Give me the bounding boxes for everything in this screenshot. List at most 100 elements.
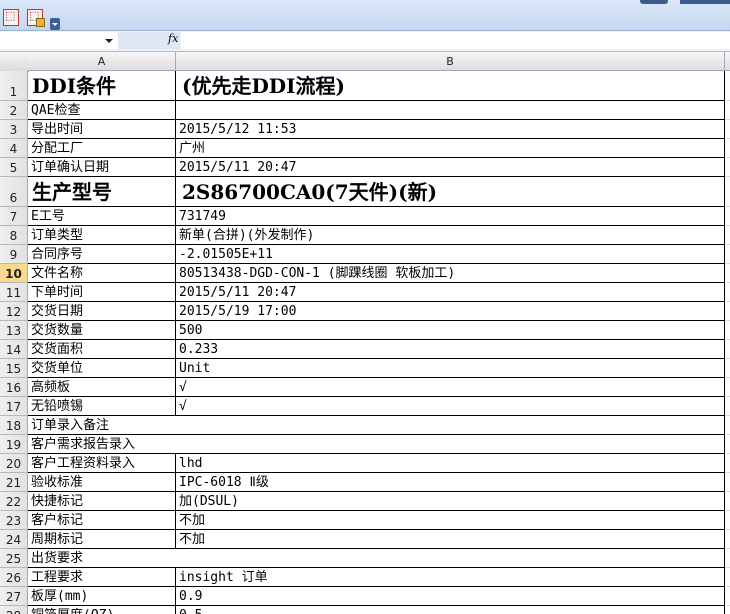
cell-a[interactable]: 下单时间 (28, 283, 176, 302)
pdf-icon[interactable]: ⬚ (3, 9, 19, 26)
column-header-a[interactable]: A (28, 52, 176, 71)
row-header[interactable]: 24 (0, 530, 28, 549)
cell-c[interactable] (725, 454, 730, 473)
cell-c[interactable] (725, 321, 730, 340)
row-header[interactable]: 12 (0, 302, 28, 321)
row-header[interactable]: 16 (0, 378, 28, 397)
cell-c[interactable] (725, 177, 730, 207)
cell-b[interactable]: 加(DSUL) (176, 492, 725, 511)
cell-c[interactable] (725, 492, 730, 511)
row-header[interactable]: 27 (0, 587, 28, 606)
cell-a[interactable]: 分配工厂 (28, 139, 176, 158)
cell-b[interactable]: 500 (176, 321, 725, 340)
cell-c[interactable] (725, 158, 730, 177)
cell-c[interactable] (725, 511, 730, 530)
cell-b[interactable]: √ (176, 397, 725, 416)
row-header[interactable]: 22 (0, 492, 28, 511)
cell-b[interactable]: 0.9 (176, 587, 725, 606)
cell-c[interactable] (725, 101, 730, 120)
cell-b[interactable]: lhd (176, 454, 725, 473)
row-header[interactable]: 13 (0, 321, 28, 340)
cell-c[interactable] (725, 264, 730, 283)
cell-a[interactable]: 高频板 (28, 378, 176, 397)
cell-a[interactable]: 交货日期 (28, 302, 176, 321)
cell-a[interactable]: 订单录入备注 (28, 416, 725, 435)
cell-a[interactable]: 客户标记 (28, 511, 176, 530)
cell-c[interactable] (725, 435, 730, 454)
row-header[interactable]: 5 (0, 158, 28, 177)
cell-a[interactable]: 验收标准 (28, 473, 176, 492)
cell-a[interactable]: 交货面积 (28, 340, 176, 359)
cell-c[interactable] (725, 283, 730, 302)
cell-c[interactable] (725, 587, 730, 606)
formula-input[interactable] (181, 32, 730, 49)
cell-a[interactable]: 快捷标记 (28, 492, 176, 511)
cell-a[interactable]: 铜箔厚度(OZ) (28, 606, 176, 614)
cell-c[interactable] (725, 71, 730, 101)
cell-a[interactable]: 工程要求 (28, 568, 176, 587)
cell-a[interactable]: 合同序号 (28, 245, 176, 264)
row-header[interactable]: 7 (0, 207, 28, 226)
row-header[interactable]: 11 (0, 283, 28, 302)
row-header[interactable]: 28 (0, 606, 28, 614)
cell-c[interactable] (725, 226, 730, 245)
row-header[interactable]: 18 (0, 416, 28, 435)
cell-a[interactable]: 导出时间 (28, 120, 176, 139)
cell-c[interactable] (725, 549, 730, 568)
cell-a[interactable]: 周期标记 (28, 530, 176, 549)
row-header[interactable]: 15 (0, 359, 28, 378)
cell-a[interactable]: 文件名称 (28, 264, 176, 283)
name-box-dropdown-icon[interactable] (105, 39, 113, 43)
cell-b[interactable]: 80513438-DGD-CON-1 (脚踝线圈 软板加工) (176, 264, 725, 283)
row-header[interactable]: 21 (0, 473, 28, 492)
cell-a[interactable]: QAE检查 (28, 101, 176, 120)
cell-b[interactable]: 广州 (176, 139, 725, 158)
row-header[interactable]: 17 (0, 397, 28, 416)
row-header[interactable]: 20 (0, 454, 28, 473)
row-header[interactable]: 3 (0, 120, 28, 139)
row-header[interactable]: 4 (0, 139, 28, 158)
cell-c[interactable] (725, 207, 730, 226)
row-header[interactable]: 14 (0, 340, 28, 359)
cell-b[interactable] (176, 101, 725, 120)
cell-c[interactable] (725, 340, 730, 359)
cell-a[interactable]: E工号 (28, 207, 176, 226)
row-header[interactable]: 26 (0, 568, 28, 587)
column-header-b[interactable]: B (176, 52, 725, 71)
cell-b[interactable]: 2015/5/11 20:47 (176, 158, 725, 177)
cell-b[interactable]: IPC-6018 Ⅱ级 (176, 473, 725, 492)
cell-b[interactable]: 731749 (176, 207, 725, 226)
cell-c[interactable] (725, 359, 730, 378)
cell-c[interactable] (725, 397, 730, 416)
cell-a[interactable]: 客户工程资料录入 (28, 454, 176, 473)
cell-c[interactable] (725, 120, 730, 139)
cell-a[interactable]: 客户需求报告录入 (28, 435, 725, 454)
cell-b[interactable]: 新单(合拼)(外发制作) (176, 226, 725, 245)
cell-b[interactable]: insight 订单 (176, 568, 725, 587)
column-header-c[interactable] (725, 52, 730, 71)
cell-c[interactable] (725, 568, 730, 587)
row-header[interactable]: 8 (0, 226, 28, 245)
cell-a[interactable]: 交货数量 (28, 321, 176, 340)
cell-b[interactable]: 0.233 (176, 340, 725, 359)
toolbar-overflow-button[interactable] (50, 18, 60, 30)
cell-a[interactable]: 订单类型 (28, 226, 176, 245)
row-header[interactable]: 10 (0, 264, 28, 283)
row-header[interactable]: 23 (0, 511, 28, 530)
row-header[interactable]: 9 (0, 245, 28, 264)
cell-b[interactable]: (优先走DDI流程) (176, 71, 725, 101)
cell-c[interactable] (725, 416, 730, 435)
cell-b[interactable]: Unit (176, 359, 725, 378)
row-header[interactable]: 19 (0, 435, 28, 454)
cell-a[interactable]: 生产型号 (28, 177, 176, 207)
cell-c[interactable] (725, 139, 730, 158)
row-header[interactable]: 25 (0, 549, 28, 568)
row-header[interactable]: 6 (0, 177, 28, 207)
cell-c[interactable] (725, 378, 730, 397)
cell-b[interactable]: √ (176, 378, 725, 397)
cell-a[interactable]: 订单确认日期 (28, 158, 176, 177)
cell-c[interactable] (725, 530, 730, 549)
cell-c[interactable] (725, 473, 730, 492)
cell-b[interactable]: -2.01505E+11 (176, 245, 725, 264)
cell-c[interactable] (725, 245, 730, 264)
